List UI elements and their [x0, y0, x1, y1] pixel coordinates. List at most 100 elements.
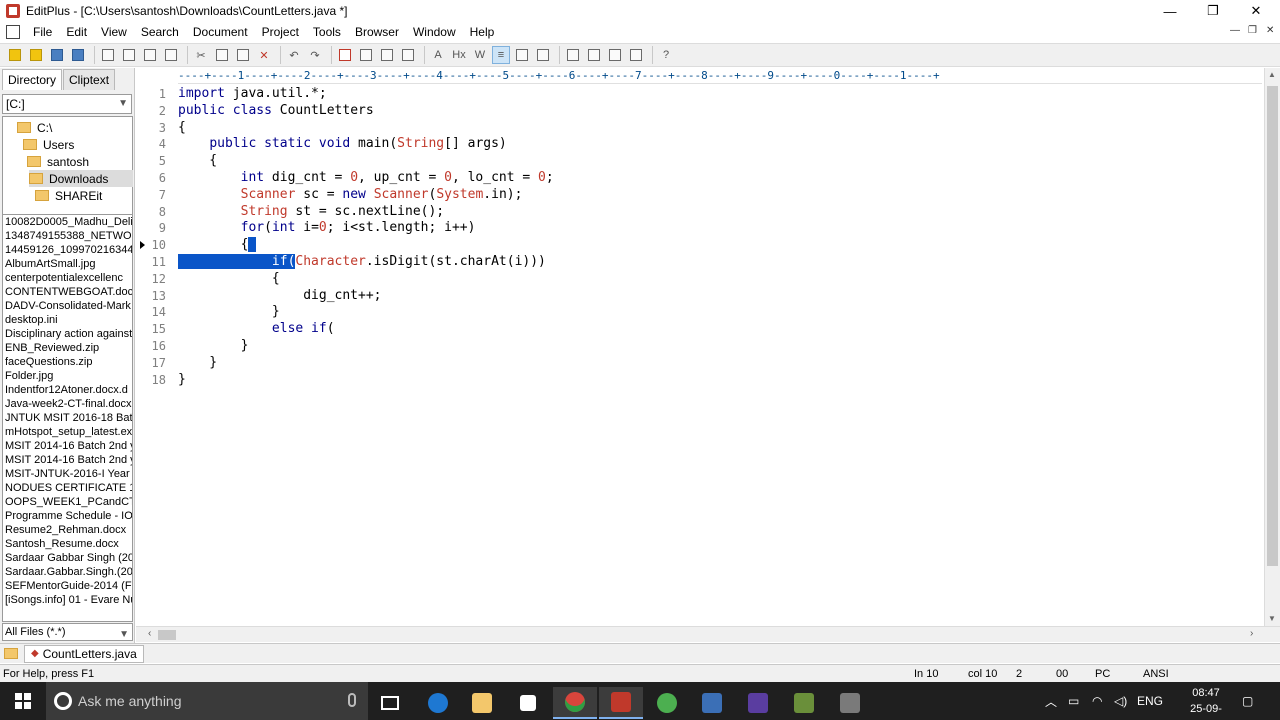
vertical-scrollbar[interactable]: ▲ ▼ [1264, 68, 1280, 628]
doc-restore-button[interactable]: ❐ [1248, 25, 1257, 36]
vertical-scroll-thumb[interactable] [1267, 86, 1278, 566]
file-list-item[interactable]: faceQuestions.zip [3, 355, 132, 369]
task-view-icon[interactable] [368, 687, 412, 719]
app-icon[interactable] [828, 687, 872, 719]
start-button[interactable] [0, 682, 46, 720]
scroll-up-icon[interactable]: ▲ [1268, 70, 1276, 79]
code-area[interactable]: 1 import java.util.*; 2 public class Count… [136, 86, 1262, 388]
file-list-item[interactable]: MSIT 2014-16 Batch 2nd y [3, 453, 132, 467]
word-wrap-icon[interactable]: W [471, 46, 489, 64]
font-icon[interactable]: A [429, 46, 447, 64]
paste-icon[interactable] [234, 46, 252, 64]
print-icon[interactable] [120, 46, 138, 64]
file-list-item[interactable]: MSIT-JNTUK-2016-I Year P [3, 467, 132, 481]
edge-browser-icon[interactable] [416, 687, 460, 719]
file-list-item[interactable]: Indentfor12Atoner.docx.d [3, 383, 132, 397]
utorrent-icon[interactable] [645, 687, 689, 719]
folder-icon[interactable] [4, 648, 18, 659]
file-explorer-icon[interactable] [460, 687, 504, 719]
menu-file[interactable]: File [26, 22, 59, 42]
spell-check-icon[interactable] [141, 46, 159, 64]
browser-view-icon[interactable] [162, 46, 180, 64]
close-button[interactable]: ✕ [1233, 0, 1279, 22]
file-list-item[interactable]: desktop.ini [3, 313, 132, 327]
tree-item-downloads[interactable]: Downloads [29, 170, 133, 187]
menu-project[interactable]: Project [255, 22, 306, 42]
file-list-item[interactable]: centerpotentialexcellenc [3, 271, 132, 285]
file-list-item[interactable]: Disciplinary action against [3, 327, 132, 341]
cut-icon[interactable]: ✂ [192, 46, 210, 64]
settings-icon[interactable] [534, 46, 552, 64]
file-list-item[interactable]: AlbumArtSmall.jpg [3, 257, 132, 271]
code-editor[interactable]: ----+----1----+----2----+----3----+----4… [136, 68, 1280, 642]
cortana-search-box[interactable]: Ask me anything [46, 682, 368, 720]
system-clock[interactable]: 08:47 25-09-2016 [1178, 685, 1234, 720]
find-in-files-icon[interactable] [378, 46, 396, 64]
output-window-icon[interactable] [627, 46, 645, 64]
hex-icon[interactable]: Hx [450, 46, 468, 64]
battery-icon[interactable]: ▭ [1068, 682, 1079, 720]
file-list-item[interactable]: NODUES CERTIFICATE 1.d [3, 481, 132, 495]
menu-edit[interactable]: Edit [59, 22, 94, 42]
goto-icon[interactable] [399, 46, 417, 64]
file-list-item[interactable]: SEFMentorGuide-2014 (Fir [3, 579, 132, 593]
menu-window[interactable]: Window [406, 22, 463, 42]
store-icon[interactable] [506, 687, 550, 719]
file-list-item[interactable]: 14459126_10997021634485 [3, 243, 132, 257]
chrome-icon[interactable] [553, 687, 597, 719]
doc-close-button[interactable]: ✕ [1266, 25, 1274, 36]
open-file-icon[interactable] [27, 46, 45, 64]
file-list-item[interactable]: Santosh_Resume.docx [3, 537, 132, 551]
menu-tools[interactable]: Tools [306, 22, 348, 42]
scroll-down-icon[interactable]: ▼ [1268, 614, 1276, 623]
document-icon[interactable] [6, 25, 20, 39]
notifications-icon[interactable]: ▢ [1242, 682, 1253, 720]
window-list-icon[interactable] [564, 46, 582, 64]
file-list-item[interactable]: Folder.jpg [3, 369, 132, 383]
wifi-icon[interactable]: ◠ [1092, 682, 1102, 720]
file-list-item[interactable]: OOPS_WEEK1_PCandCT.r [3, 495, 132, 509]
menu-browser[interactable]: Browser [348, 22, 406, 42]
menu-search[interactable]: Search [134, 22, 186, 42]
dev-cpp-icon[interactable] [736, 687, 780, 719]
show-hidden-icons-icon[interactable]: ︿ [1045, 682, 1057, 720]
microphone-icon[interactable] [348, 693, 356, 707]
file-list-item[interactable]: CONTENTWEBGOAT.docx [3, 285, 132, 299]
new-file-icon[interactable] [6, 46, 24, 64]
file-list-item[interactable]: Programme Schedule - IO [3, 509, 132, 523]
tab-directory[interactable]: Directory [2, 69, 63, 90]
redo-icon[interactable]: ↷ [306, 46, 324, 64]
menu-document[interactable]: Document [186, 22, 255, 42]
copy-icon[interactable] [213, 46, 231, 64]
print-preview-icon[interactable] [99, 46, 117, 64]
file-list-item[interactable]: Resume2_Rehman.docx [3, 523, 132, 537]
find-icon[interactable] [336, 46, 354, 64]
file-list-item[interactable]: JNTUK MSIT 2016-18 Batc [3, 411, 132, 425]
maximize-button[interactable]: ❐ [1190, 0, 1236, 22]
horizontal-scroll-thumb[interactable] [158, 630, 176, 640]
file-list-item[interactable]: MSIT 2014-16 Batch 2nd y [3, 439, 132, 453]
horizontal-scrollbar[interactable]: ‹ › [136, 626, 1280, 642]
file-list-item[interactable]: Sardaar.Gabbar.Singh.(201 [3, 565, 132, 579]
tree-item-c-drive[interactable]: C:\ [17, 119, 131, 136]
virtualbox-icon[interactable] [690, 687, 734, 719]
doc-minimize-button[interactable]: — [1230, 25, 1240, 36]
scroll-left-icon[interactable]: ‹ [148, 628, 151, 639]
tree-item-shareit[interactable]: SHAREit [35, 187, 131, 204]
tree-item-users[interactable]: Users [23, 136, 131, 153]
language-indicator[interactable]: ENG [1137, 682, 1163, 720]
tab-cliptext[interactable]: Cliptext [63, 69, 116, 90]
ruler-icon[interactable]: ≡ [492, 46, 510, 64]
undo-icon[interactable]: ↶ [285, 46, 303, 64]
file-list-item[interactable]: DADV-Consolidated-Mark [3, 299, 132, 313]
file-list-item[interactable]: 10082D0005_Madhu_Deliv [3, 215, 132, 229]
drive-select[interactable]: [C:] ▼ [2, 94, 132, 114]
editplus-taskbar-icon[interactable] [599, 687, 643, 719]
file-list-item[interactable]: ENB_Reviewed.zip [3, 341, 132, 355]
help-icon[interactable]: ? [657, 46, 675, 64]
menu-view[interactable]: View [94, 22, 134, 42]
scroll-right-icon[interactable]: › [1250, 628, 1253, 639]
directory-window-icon[interactable] [585, 46, 603, 64]
volume-icon[interactable]: ◁) [1114, 682, 1127, 720]
file-list-item[interactable]: 1348749155388_NETWORK [3, 229, 132, 243]
